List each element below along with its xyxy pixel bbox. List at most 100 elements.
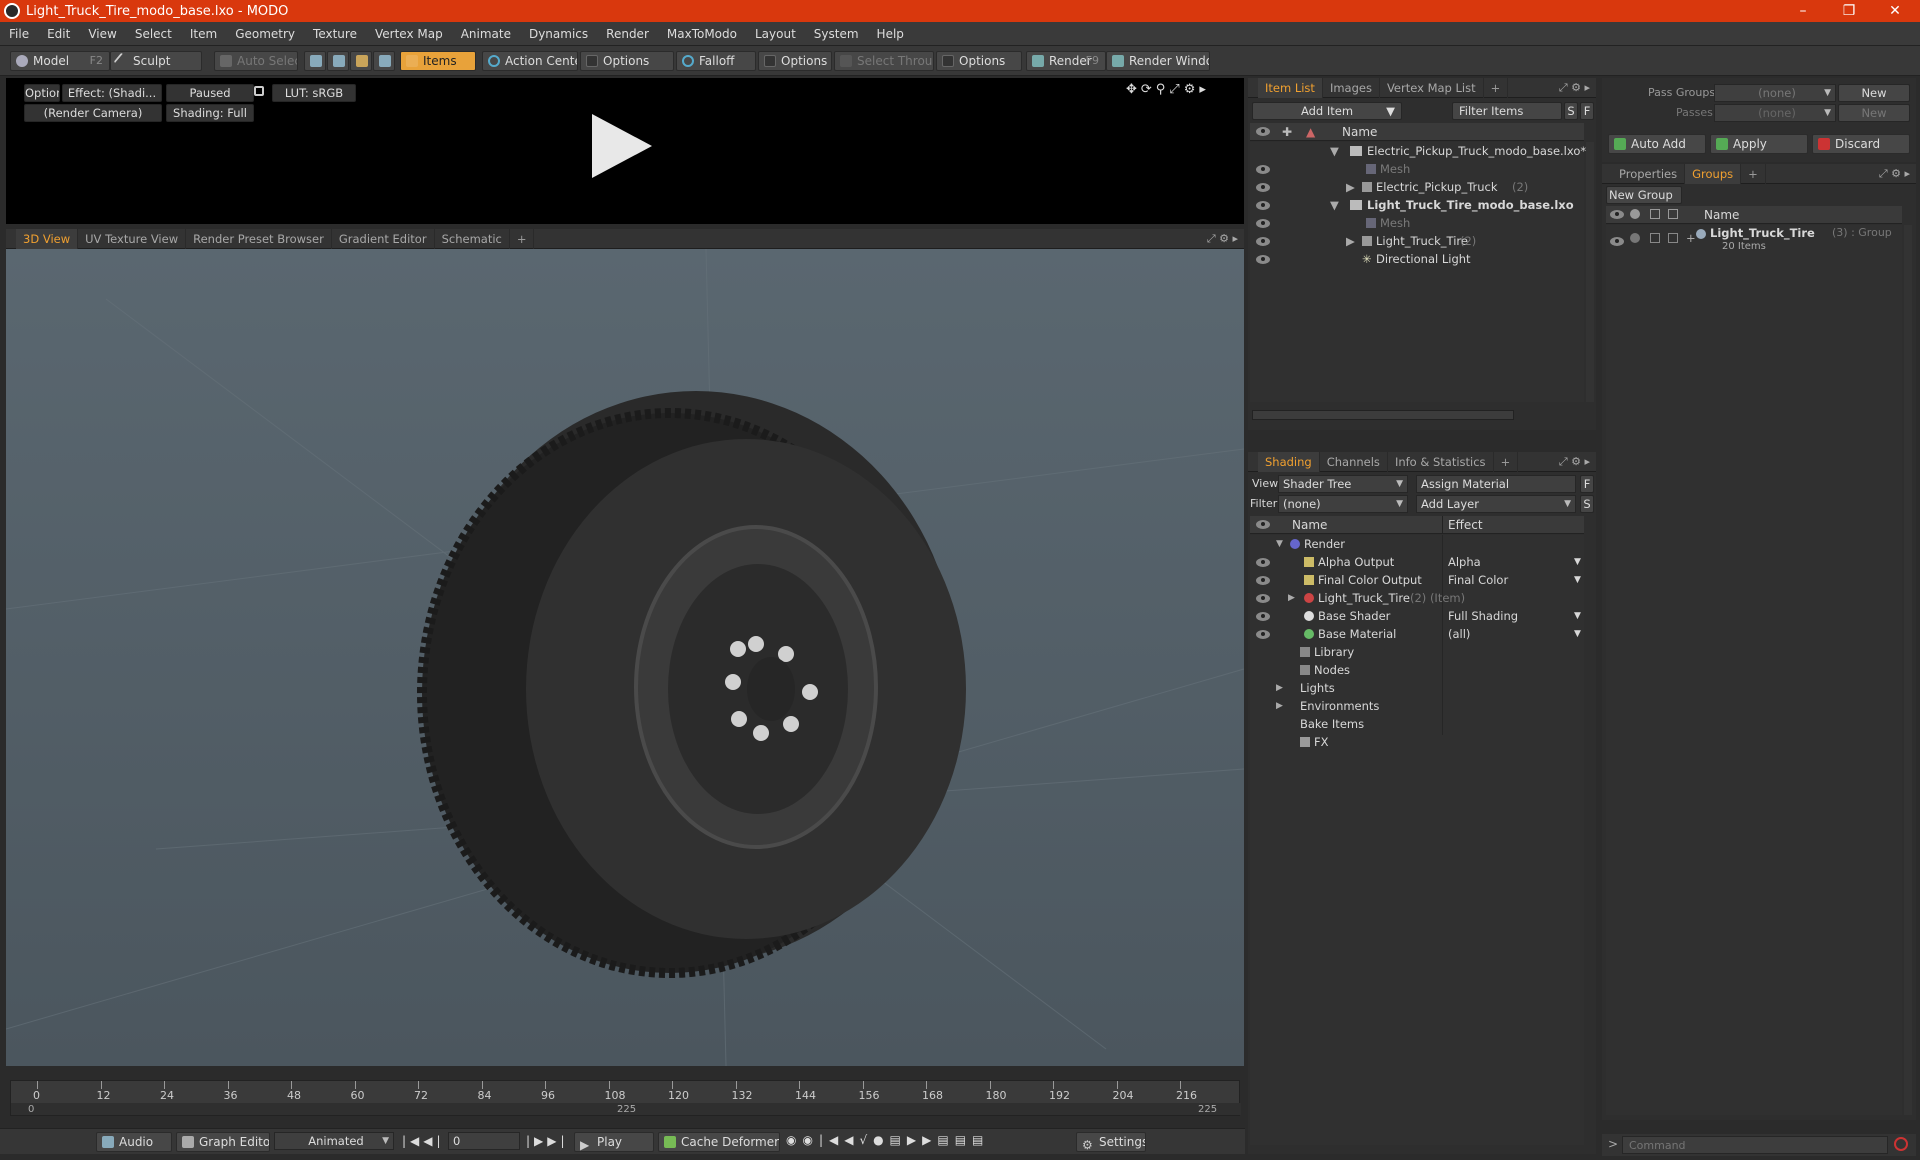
shader-row[interactable]: Nodes bbox=[1250, 661, 1584, 679]
pass-groups-dropdown[interactable]: (none) ▼ bbox=[1714, 84, 1836, 102]
filter-items-field[interactable]: Filter Items bbox=[1452, 102, 1562, 120]
falloff-options-button[interactable]: Options bbox=[758, 51, 832, 71]
shading-f-button[interactable]: F bbox=[1580, 475, 1594, 493]
tab-vertex-map-list[interactable]: Vertex Map List bbox=[1380, 77, 1484, 98]
shader-row[interactable]: Final Color Output Final Color ▼ bbox=[1250, 571, 1584, 589]
play-icon[interactable] bbox=[592, 114, 652, 178]
auto-add-button[interactable]: Auto Add bbox=[1608, 134, 1706, 154]
tree-row[interactable]: Mesh bbox=[1250, 160, 1584, 178]
action-center-button[interactable]: Action Center bbox=[482, 51, 578, 71]
lut-dropdown[interactable]: LUT: sRGB bbox=[272, 84, 356, 102]
transport-back-icons[interactable]: |◀◀| bbox=[402, 1134, 445, 1148]
menu-dynamics[interactable]: Dynamics bbox=[520, 27, 597, 41]
shader-row[interactable]: Base Material (all) ▼ bbox=[1250, 625, 1584, 643]
menu-texture[interactable]: Texture bbox=[304, 27, 366, 41]
filter-f-button[interactable]: F bbox=[1580, 102, 1594, 120]
tab-gradient-editor[interactable]: Gradient Editor bbox=[332, 228, 435, 249]
falloff-button[interactable]: Falloff bbox=[676, 51, 756, 71]
shader-row[interactable]: Base Shader Full Shading ▼ bbox=[1250, 607, 1584, 625]
vertices-mode-button[interactable] bbox=[304, 51, 326, 71]
preview-effect-dropdown[interactable]: Effect: (Shadi... bbox=[62, 84, 162, 102]
shading-s-button[interactable]: S bbox=[1580, 495, 1594, 513]
play-button[interactable]: ▶ Play bbox=[574, 1132, 654, 1152]
cache-deformers-button[interactable]: Cache Deformers bbox=[658, 1132, 780, 1152]
select-through-button[interactable]: Select Through bbox=[834, 51, 934, 71]
3d-viewport[interactable] bbox=[6, 249, 1244, 1066]
render-window-button[interactable]: Render Window bbox=[1106, 51, 1210, 71]
graph-editor-button[interactable]: Graph Editor bbox=[176, 1132, 270, 1152]
add-item-dropdown[interactable]: Add Item ▼ bbox=[1252, 102, 1402, 120]
menu-maxtomodo[interactable]: MaxToModo bbox=[658, 27, 746, 41]
menu-animate[interactable]: Animate bbox=[452, 27, 520, 41]
tree-row[interactable]: ▶ Light_Truck_Tire (2) bbox=[1250, 232, 1584, 250]
menu-vertex-map[interactable]: Vertex Map bbox=[366, 27, 452, 41]
assign-material-button[interactable]: Assign Material bbox=[1416, 475, 1576, 493]
shader-row[interactable]: Bake Items bbox=[1250, 715, 1584, 733]
menu-file[interactable]: File bbox=[0, 27, 38, 41]
menu-item[interactable]: Item bbox=[181, 27, 226, 41]
tab-item-list[interactable]: Item List bbox=[1258, 77, 1323, 98]
command-input[interactable] bbox=[1622, 1136, 1888, 1154]
select-through-options-button[interactable]: Options bbox=[936, 51, 1022, 71]
tab-uv-texture-view[interactable]: UV Texture View bbox=[78, 228, 187, 249]
add-tab-button[interactable]: + bbox=[510, 228, 535, 249]
tab-render-preset-browser[interactable]: Render Preset Browser bbox=[186, 228, 332, 249]
apply-button[interactable]: Apply bbox=[1710, 134, 1808, 154]
shader-row[interactable]: ▶ Light_Truck_Tire (2) (Item) bbox=[1250, 589, 1584, 607]
tab-groups[interactable]: Groups bbox=[1685, 163, 1742, 184]
maximize-button[interactable]: ❐ bbox=[1826, 0, 1872, 22]
menu-layout[interactable]: Layout bbox=[746, 27, 805, 41]
item-list-vscrollbar[interactable] bbox=[1586, 142, 1594, 402]
add-tab-button[interactable]: + bbox=[1484, 77, 1509, 98]
menu-system[interactable]: System bbox=[805, 27, 868, 41]
audio-button[interactable]: Audio bbox=[96, 1132, 172, 1152]
viewport-tab-icons[interactable]: ⤢ ⚙ ▸ bbox=[1207, 232, 1238, 246]
new-group-button[interactable]: New Group bbox=[1606, 186, 1682, 204]
menu-render[interactable]: Render bbox=[597, 27, 658, 41]
menu-geometry[interactable]: Geometry bbox=[226, 27, 304, 41]
add-tab-button[interactable]: + bbox=[1494, 451, 1519, 472]
materials-mode-button[interactable] bbox=[373, 51, 395, 71]
frame-field[interactable]: 0 bbox=[448, 1132, 520, 1150]
discard-button[interactable]: Discard bbox=[1812, 134, 1910, 154]
add-layer-dropdown[interactable]: Add Layer ▼ bbox=[1416, 495, 1576, 513]
filter-dropdown[interactable]: (none) ▼ bbox=[1278, 495, 1408, 513]
preview-paused-button[interactable]: Paused bbox=[166, 84, 254, 102]
shader-row[interactable]: ▶ Environments bbox=[1250, 697, 1584, 715]
new-pass-button[interactable]: New bbox=[1838, 104, 1910, 122]
preview-options-button[interactable]: Options bbox=[24, 84, 60, 102]
tab-channels[interactable]: Channels bbox=[1320, 451, 1388, 472]
menu-edit[interactable]: Edit bbox=[38, 27, 79, 41]
panel-tab-icons[interactable]: ⤢ ⚙ ▸ bbox=[1559, 81, 1590, 95]
passes-dropdown[interactable]: (none) ▼ bbox=[1714, 104, 1836, 122]
tree-row[interactable]: ▼ Light_Truck_Tire_modo_base.lxo bbox=[1250, 196, 1584, 214]
shader-row[interactable]: Alpha Output Alpha ▼ bbox=[1250, 553, 1584, 571]
tree-row[interactable]: ▶ Electric_Pickup_Truck (2) bbox=[1250, 178, 1584, 196]
preview-nav-icons[interactable]: ✥⟳⚲⤢⚙▸ bbox=[1126, 82, 1210, 97]
tab-shading[interactable]: Shading bbox=[1258, 451, 1320, 472]
new-pass-group-button[interactable]: New bbox=[1838, 84, 1910, 102]
add-tab-button[interactable]: + bbox=[1741, 163, 1766, 184]
model-mode-button[interactable]: Model F2 bbox=[10, 51, 110, 71]
close-button[interactable]: ✕ bbox=[1872, 0, 1918, 22]
menu-view[interactable]: View bbox=[79, 27, 125, 41]
minimize-button[interactable]: – bbox=[1780, 0, 1826, 22]
panel-tab-icons[interactable]: ⤢ ⚙ ▸ bbox=[1879, 167, 1910, 181]
shading-dropdown[interactable]: Shading: Full bbox=[166, 104, 254, 122]
tab-info-statistics[interactable]: Info & Statistics bbox=[1388, 451, 1494, 472]
lock-icon[interactable] bbox=[254, 86, 264, 96]
camera-dropdown[interactable]: (Render Camera) bbox=[24, 104, 162, 122]
panel-tab-icons[interactable]: ⤢ ⚙ ▸ bbox=[1559, 455, 1590, 469]
shader-row[interactable]: ▶ Lights bbox=[1250, 679, 1584, 697]
tree-row[interactable]: ▼ Electric_Pickup_Truck_modo_base.lxo* bbox=[1250, 142, 1586, 160]
transport-forward-icons[interactable]: |▶▶| bbox=[526, 1134, 569, 1148]
shader-row[interactable]: Library bbox=[1250, 643, 1584, 661]
tree-row[interactable]: Mesh bbox=[1250, 214, 1584, 232]
render-button[interactable]: Render F9 bbox=[1026, 51, 1106, 71]
view-dropdown[interactable]: Shader Tree ▼ bbox=[1278, 475, 1408, 493]
filter-s-button[interactable]: S bbox=[1564, 102, 1578, 120]
group-row[interactable]: + Light_Truck_Tire (3) : Group 20 Items bbox=[1606, 225, 1902, 257]
record-icon[interactable] bbox=[1894, 1137, 1908, 1151]
polygons-mode-button[interactable] bbox=[350, 51, 372, 71]
items-mode-button[interactable]: Items bbox=[400, 51, 476, 71]
